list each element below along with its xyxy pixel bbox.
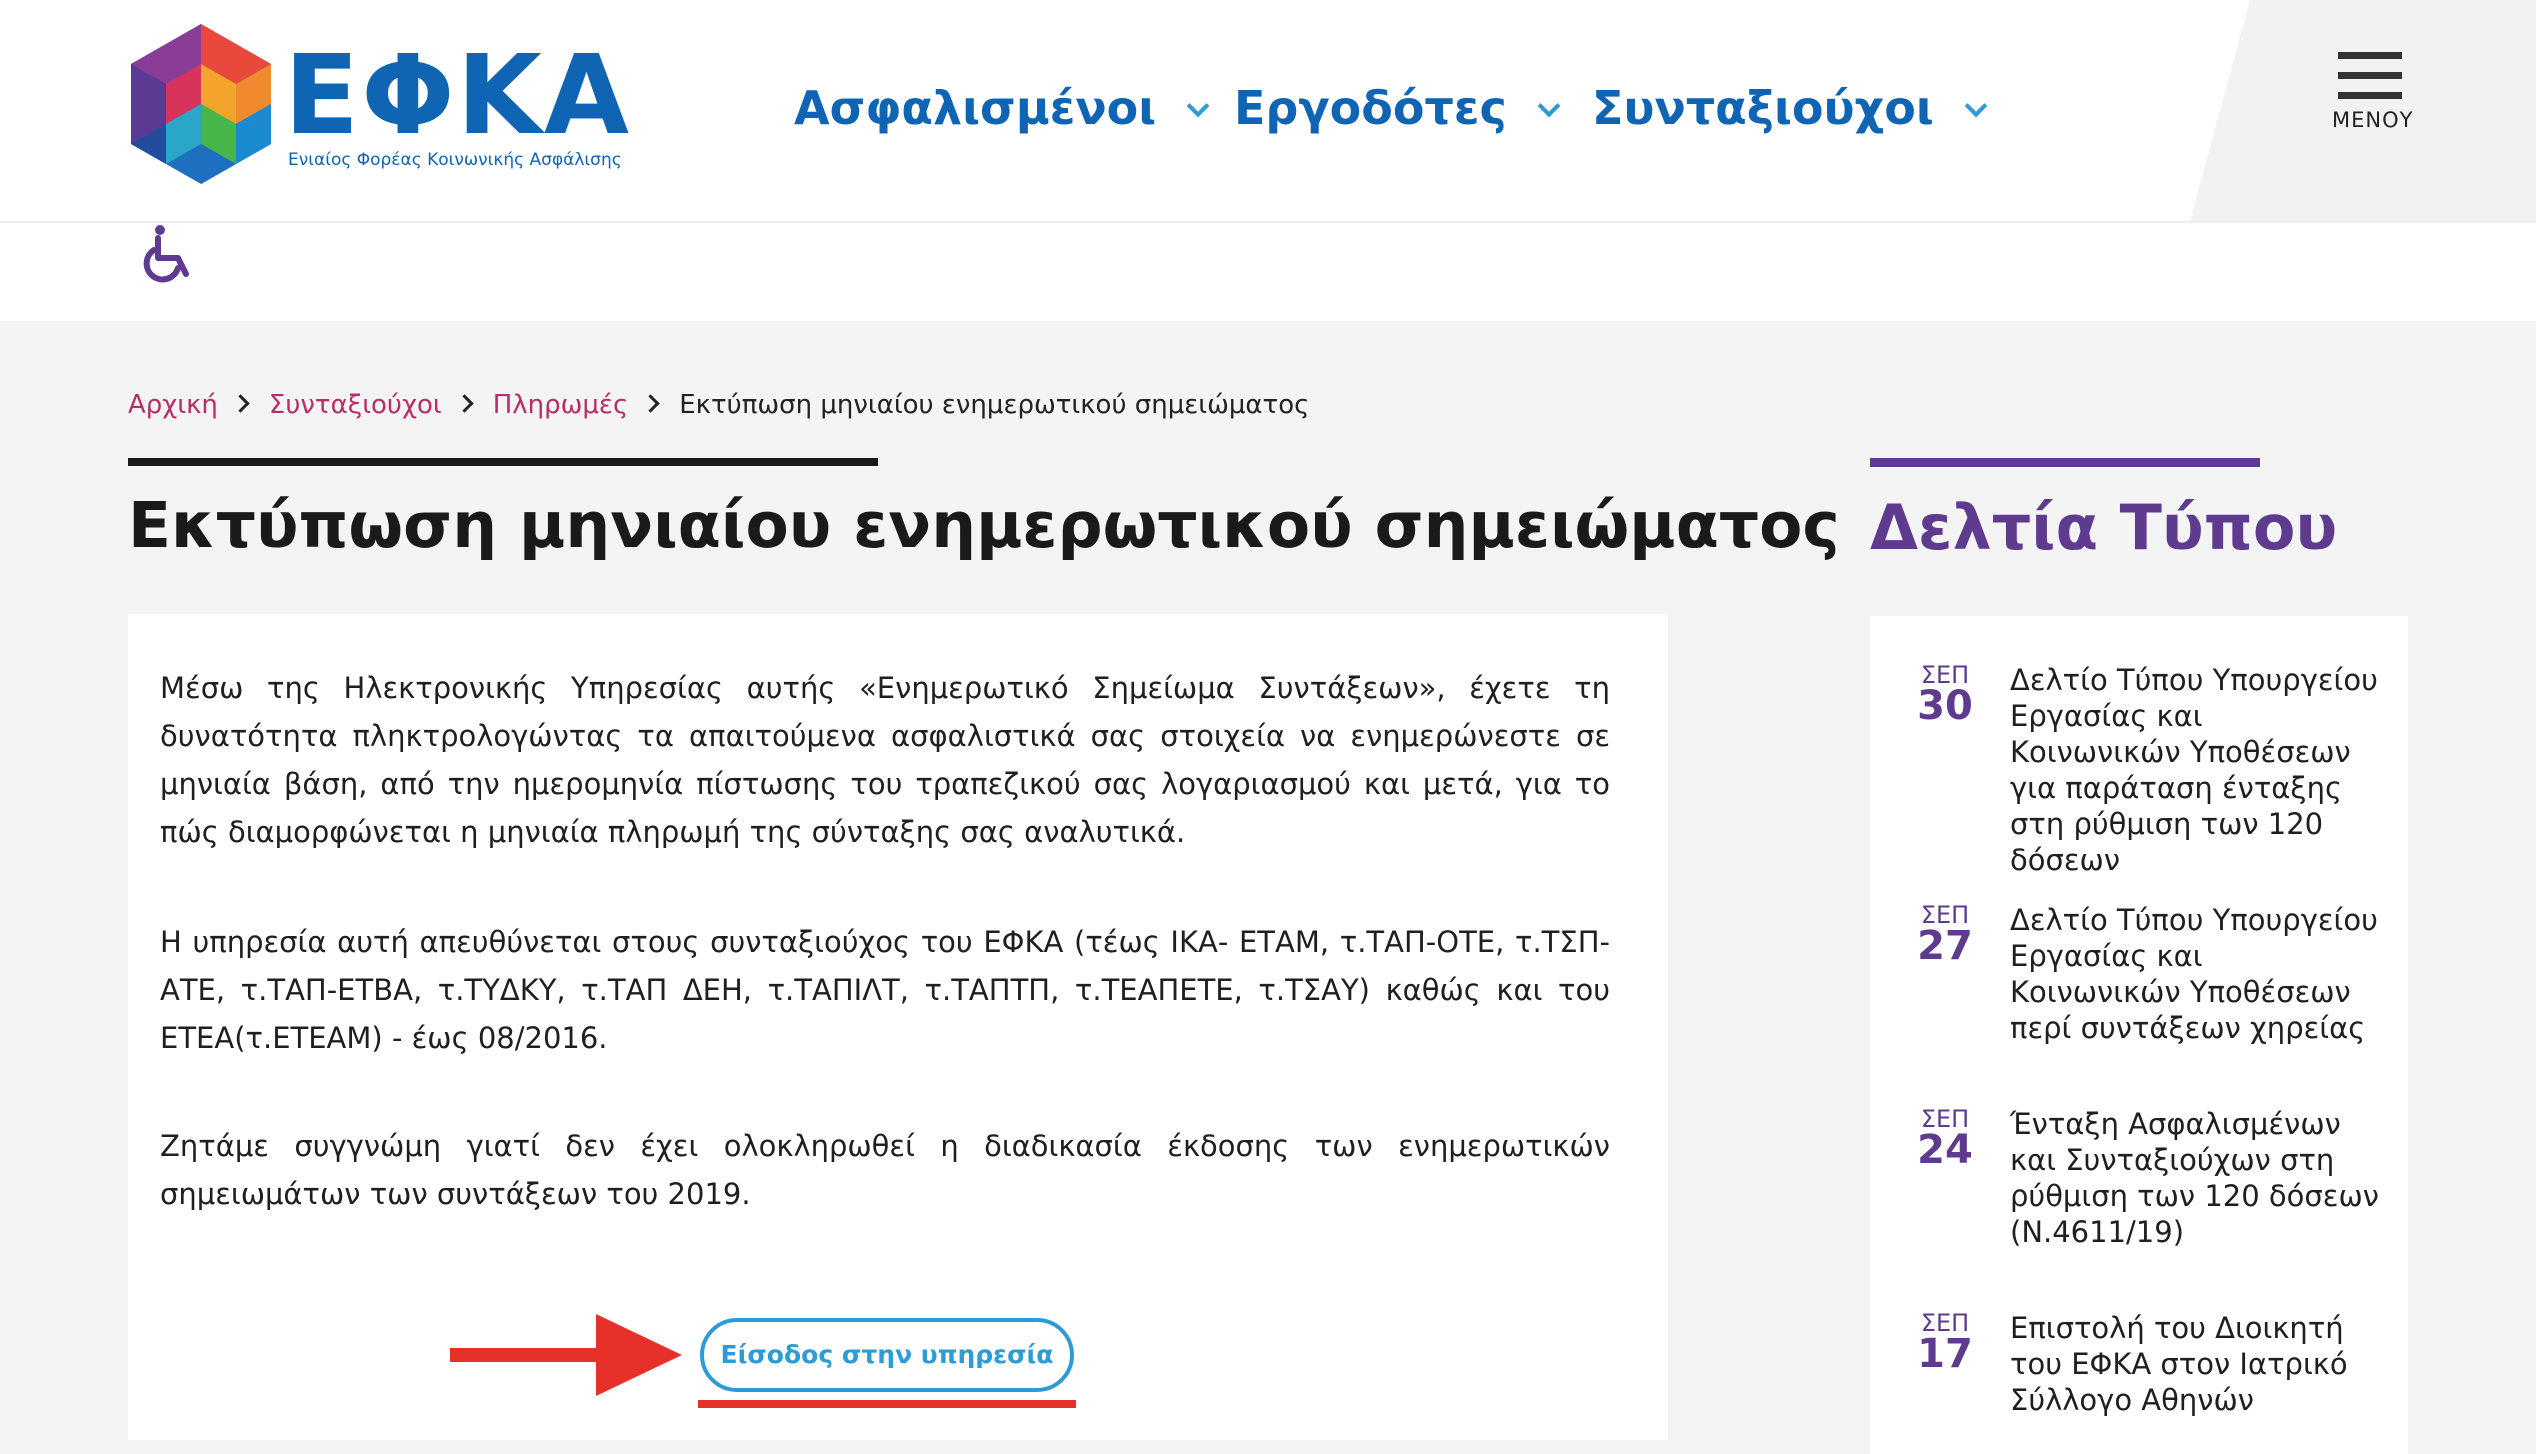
menu-label[interactable]: ΜΕΝΟΥ — [2332, 108, 2412, 132]
news-link[interactable]: Δελτίο Τύπου Υπουργείου Εργασίας και Κοι… — [2010, 902, 2380, 1046]
nav-item-employers[interactable]: Εργοδότες — [1234, 78, 1561, 138]
news-day: 17 — [1917, 1331, 1973, 1377]
breadcrumb-link-pensioners[interactable]: Συνταξιούχοι — [269, 390, 442, 420]
breadcrumb-link-home[interactable]: Αρχική — [128, 390, 218, 420]
accessibility-bar — [0, 223, 2536, 321]
chevron-right-icon — [231, 394, 250, 413]
annotation-underline — [698, 1400, 1076, 1408]
nav-item-insured[interactable]: Ασφαλισμένοι — [794, 78, 1210, 138]
news-day: 24 — [1917, 1127, 1973, 1173]
sidebar-title: Δελτία Τύπου — [1870, 491, 2338, 564]
intro-paragraph: Μέσω της Ηλεκτρονικής Υπηρεσίας αυτής «Ε… — [160, 671, 1610, 849]
nav-item-label: Ασφαλισμένοι — [794, 81, 1157, 135]
efka-logo[interactable]: ΕΦΚΑ Ενιαίος Φορέας Κοινωνικής Ασφάλισης — [126, 22, 629, 187]
news-link[interactable]: Επιστολή του Διοικητή του ΕΦΚΑ στον Ιατρ… — [2010, 1310, 2380, 1418]
news-day: 30 — [1917, 683, 1973, 729]
page-title: Εκτύπωση μηνιαίου ενημερωτικού σημειώματ… — [128, 489, 1840, 562]
title-divider — [128, 458, 878, 466]
hamburger-icon[interactable] — [2338, 52, 2402, 102]
logo-hexagon-icon — [131, 24, 271, 184]
arrow-right-icon — [450, 1314, 682, 1396]
news-link[interactable]: Ένταξη Ασφαλισμένων και Συνταξιούχων στη… — [2010, 1106, 2380, 1250]
wheelchair-icon[interactable] — [140, 224, 198, 284]
chevron-down-icon — [1186, 94, 1210, 118]
logo-subtitle: Ενιαίος Φορέας Κοινωνικής Ασφάλισης — [288, 150, 622, 170]
breadcrumb-current: Εκτύπωση μηνιαίου ενημερωτικού σημειώματ… — [679, 390, 1310, 420]
news-link[interactable]: Δελτίο Τύπου Υπουργείου Εργασίας και Κοι… — [2010, 662, 2380, 878]
eligibility-paragraph: Η υπηρεσία αυτή απευθύνεται στους συνταξ… — [160, 925, 1610, 1055]
sidebar-divider — [1870, 458, 2260, 467]
logo-wordmark: ΕΦΚΑ — [284, 31, 632, 159]
chevron-right-icon — [454, 394, 474, 413]
chevron-down-icon — [1964, 94, 1988, 118]
enter-service-button[interactable]: Είσοδος στην υπηρεσία — [700, 1318, 1074, 1392]
chevron-right-icon — [641, 394, 660, 413]
breadcrumb-link-payments[interactable]: Πληρωμές — [493, 390, 629, 420]
apology-paragraph: Ζητάμε συγγνώμη γιατί δεν έχει ολοκληρωθ… — [160, 1129, 1610, 1211]
nav-item-label: Συνταξιούχοι — [1592, 81, 1934, 135]
breadcrumb: Αρχική Συνταξιούχοι Πληρωμές Εκτύπωση μηνια… — [128, 388, 1309, 422]
chevron-down-icon — [1537, 94, 1561, 118]
nav-item-pensioners[interactable]: Συνταξιούχοι — [1592, 78, 1988, 138]
news-day: 27 — [1917, 923, 1973, 969]
nav-item-label: Εργοδότες — [1234, 81, 1507, 135]
